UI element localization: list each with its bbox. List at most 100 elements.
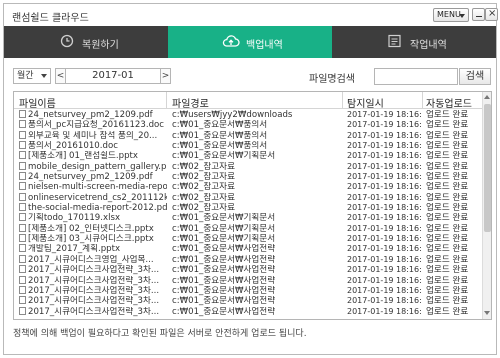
table-row[interactable]: onlineservicetrend_cs2_201112kr.pdf c:₩02… <box>14 192 482 203</box>
upload-status-cell: 업로드 완료 <box>426 151 469 162</box>
tab-restore-label: 복원하기 <box>82 40 119 51</box>
table-row[interactable]: [제품소개] 02_인터넷디스크.pptx c:₩01_중요문서₩기획문서 2017… <box>14 223 482 234</box>
table-row[interactable]: 2017_시큐어디스크사업전략_3차... c:₩01_중요문서₩사업전략 2017… <box>14 265 482 275</box>
scrollbar-thumb[interactable] <box>484 104 491 232</box>
file-path-cell: c:₩01_중요문서₩기획문서 <box>172 151 276 162</box>
file-name: onlineservicetrend_cs2_201112kr.pdf <box>28 192 167 203</box>
file-name-cell: onlineservicetrend_cs2_201112kr.pdf <box>19 192 167 203</box>
file-icon <box>19 285 26 294</box>
month-field[interactable]: 2017-01 <box>66 68 160 84</box>
close-button[interactable]: × <box>485 8 498 21</box>
scroll-down-arrow-icon[interactable] <box>483 309 491 318</box>
table-row[interactable]: 품의서_pc지급요청_20161123.doc c:₩01_중요문서₩품의서 201… <box>14 120 482 130</box>
detected-time-cell: 2017-01-19 18:16:52 <box>347 151 421 161</box>
column-header-filepath[interactable]: 파일경로 <box>172 95 209 110</box>
file-icon <box>19 254 26 263</box>
file-path-cell: c:₩01_중요문서₩사업전략 <box>172 244 276 255</box>
scroll-up-arrow-icon[interactable] <box>483 93 491 102</box>
clock-icon <box>60 34 74 48</box>
detected-time-cell: 2017-01-19 18:16:52 <box>347 110 421 119</box>
tab-job-history-label: 작업내역 <box>410 40 447 51</box>
table-row[interactable]: 2017_시큐어디스크사업전략_3차... c:₩01_중요문서₩사업전략 2017… <box>14 306 482 317</box>
file-icon <box>19 203 26 212</box>
chevron-down-icon <box>41 74 47 78</box>
tab-job-history[interactable]: 작업내역 <box>332 26 496 58</box>
file-path-cell: c:₩01_중요문서₩사업전략 <box>172 296 276 307</box>
column-header-detected-time[interactable]: 탐지일시 <box>347 95 384 110</box>
file-icon <box>19 213 26 222</box>
column-divider[interactable] <box>342 92 343 109</box>
file-name: 24_netsurvey_pm2_1209.pdf <box>28 172 153 183</box>
file-path-cell: c:₩01_중요문서₩기획문서 <box>172 223 276 234</box>
tab-restore[interactable]: 복원하기 <box>4 26 168 58</box>
file-icon <box>19 151 26 160</box>
table-row[interactable]: the-social-media-report-2012.pdf c:₩02_참고… <box>14 203 482 213</box>
file-name: [제품소개] 01_랜섬쉴드.pptx <box>28 151 139 162</box>
table-row[interactable]: [제품소개] 01_랜섬쉴드.pptx c:₩01_중요문서₩기획문서 2017-0… <box>14 151 482 161</box>
upload-status-cell: 업로드 완료 <box>426 296 469 307</box>
file-icon <box>19 275 26 284</box>
previous-month-button[interactable]: < <box>55 68 66 84</box>
upload-status-cell: 업로드 완료 <box>426 234 469 245</box>
file-name: 2017_시큐어디스크영업_사업목... <box>28 254 154 265</box>
table-row[interactable]: mobile_design_pattern_gallery.pdf c:₩02_참… <box>14 161 482 172</box>
detected-time-cell: 2017-01-19 18:16:52 <box>347 130 421 140</box>
file-name-cell: [제품소개] 03_시큐어디스크.pptx <box>19 234 167 244</box>
file-icon <box>19 296 26 305</box>
table-row[interactable]: 기획todo_170119.xlsx c:₩01_중요문서₩기획문서 2017-01… <box>14 213 482 223</box>
table-row[interactable]: 외부교육 및 세미나 참석 품의_20... c:₩01_중요문서₩품의서 2017… <box>14 130 482 141</box>
file-path-cell: c:₩01_중요문서₩사업전략 <box>172 306 276 317</box>
title-bar: 랜섬쉴드 클라우드 MENU × <box>4 4 498 26</box>
file-name: 2017_시큐어디스크사업전략_3차... <box>28 275 160 286</box>
menu-button[interactable]: MENU <box>433 8 469 22</box>
column-header-filename[interactable]: 파일이름 <box>19 95 56 110</box>
file-name-cell: 품의서_pc지급요청_20161123.doc <box>19 120 167 130</box>
tab-backup-history[interactable]: 백업내역 <box>168 26 332 58</box>
minimize-button[interactable] <box>472 8 485 21</box>
file-icon <box>19 192 26 201</box>
upload-status-cell: 업로드 완료 <box>426 130 469 141</box>
upload-status-cell: 업로드 완료 <box>426 285 469 296</box>
table-row[interactable]: 2017_시큐어디스크영업_사업목... c:₩01_중요문서₩사업전략 2017-… <box>14 254 482 265</box>
file-icon <box>19 306 26 315</box>
file-icon <box>19 172 26 181</box>
upload-status-cell: 업로드 완료 <box>426 203 469 214</box>
column-divider[interactable] <box>422 92 423 109</box>
table-row[interactable]: 24_netsurvey_pm2_1209.pdf c:₩02_참고자료 2017-… <box>14 172 482 182</box>
file-icon <box>19 161 26 170</box>
column-header-auto-upload[interactable]: 자동업로드 <box>426 95 472 110</box>
search-button[interactable]: 검색 <box>459 68 491 85</box>
table-scrollbar[interactable] <box>482 92 491 319</box>
file-path-cell: c:₩01_중요문서₩사업전략 <box>172 265 276 276</box>
upload-status-cell: 업로드 완료 <box>426 306 469 317</box>
file-name: nielsen-multi-screen-media-report... <box>28 182 167 193</box>
table-row[interactable]: 개발팀_2017_계획.pptx c:₩01_중요문서₩사업전략 2017-01-1… <box>14 244 482 254</box>
chevron-left-icon: < <box>56 71 65 81</box>
table-row[interactable]: [제품소개] 03_시큐어디스크.pptx c:₩01_중요문서₩기획문서 2017… <box>14 234 482 244</box>
file-name: [제품소개] 02_인터넷디스크.pptx <box>28 223 154 234</box>
detected-time-cell: 2017-01-19 18:16:52 <box>347 285 421 295</box>
upload-status-cell: 업로드 완료 <box>426 182 469 193</box>
table-row[interactable]: 2017_시큐어디스크사업전략_3차... c:₩01_중요문서₩사업전략 2017… <box>14 275 482 286</box>
file-name-cell: 2017_시큐어디스크사업전략_3차... <box>19 285 167 296</box>
period-select[interactable]: 월간 <box>13 68 51 84</box>
filename-search-input[interactable] <box>374 68 458 85</box>
table-header: 파일이름 파일경로 탐지일시 자동업로드 <box>14 92 482 110</box>
file-name-cell: 2017_시큐어디스크사업전략_3차... <box>19 265 167 275</box>
file-path-cell: c:₩02_참고자료 <box>172 161 235 172</box>
table-row[interactable]: 2017_시큐어디스크사업전략_3차... c:₩01_중요문서₩사업전략 2017… <box>14 296 482 306</box>
close-icon: × <box>488 8 497 19</box>
detected-time-cell: 2017-01-19 18:16:52 <box>347 275 421 285</box>
table-row[interactable]: 품의서_20161010.doc c:₩01_중요문서₩품의서 2017-01-19… <box>14 141 482 151</box>
file-name: [제품소개] 03_시큐어디스크.pptx <box>28 234 154 245</box>
next-month-button[interactable]: > <box>160 68 171 84</box>
table-row[interactable]: 24_netsurvey_pm2_1209.pdf c:₩users₩jyy2₩d… <box>14 110 482 120</box>
file-path-cell: c:₩01_중요문서₩품의서 <box>172 141 268 152</box>
column-divider[interactable] <box>166 92 167 109</box>
table-row[interactable]: 2017_시큐어디스크사업전략_3차... c:₩01_중요문서₩사업전략 2017… <box>14 285 482 296</box>
list-icon <box>388 34 401 48</box>
upload-status-cell: 업로드 완료 <box>426 254 469 265</box>
table-row[interactable]: nielsen-multi-screen-media-report... c:₩0… <box>14 182 482 192</box>
filename-search-label: 파일명검색 <box>309 74 355 85</box>
file-name: 2017_시큐어디스크사업전략_3차... <box>28 285 160 296</box>
